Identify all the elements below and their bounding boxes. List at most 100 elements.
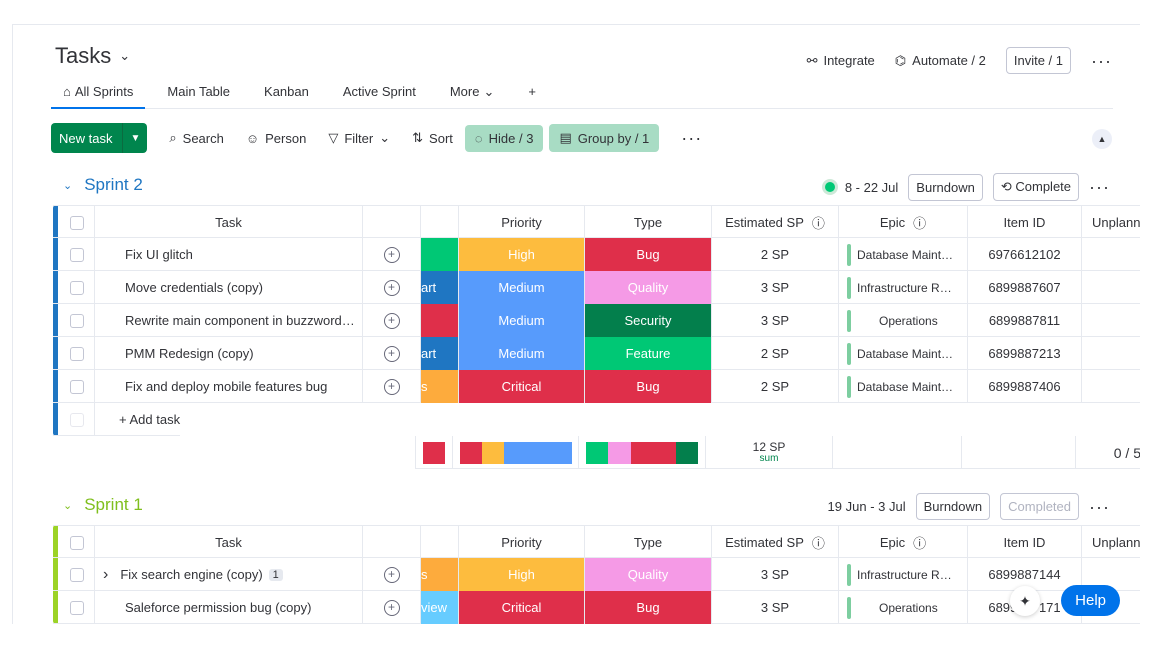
- column-header-unplanned[interactable]: Unplanne: [1082, 526, 1140, 559]
- epic-cell[interactable]: Infrastructure R…: [839, 271, 968, 304]
- chevron-down-icon[interactable]: ⌄: [119, 48, 130, 64]
- complete-button[interactable]: ⟲ Complete: [992, 173, 1080, 201]
- unplanned-cell[interactable]: [1082, 304, 1140, 337]
- type-cell[interactable]: Bug: [585, 370, 712, 403]
- burndown-button[interactable]: Burndown: [908, 173, 983, 201]
- priority-cell[interactable]: Medium: [459, 337, 585, 370]
- epic-link[interactable]: Database Maint…: [839, 243, 967, 266]
- add-update-icon[interactable]: +: [383, 246, 400, 263]
- table-row[interactable]: Fix UI glitch + High Bug 2 SP Database Maint……: [53, 238, 1140, 271]
- select-all-checkbox[interactable]: [59, 526, 95, 559]
- hide-button[interactable]: ◌ Hide / 3: [464, 124, 544, 152]
- row-checkbox-cell[interactable]: [59, 370, 95, 403]
- add-update-icon[interactable]: +: [383, 599, 400, 616]
- type-cell[interactable]: Quality: [585, 271, 712, 304]
- task-cell[interactable]: Move credentials (copy): [95, 271, 363, 304]
- column-header-updates[interactable]: [363, 526, 421, 559]
- column-header-estimated-sp[interactable]: Estimated SP ⓘ: [712, 206, 839, 239]
- priority-cell[interactable]: High: [459, 558, 585, 591]
- unplanned-cell[interactable]: [1082, 238, 1140, 271]
- more-options-icon[interactable]: ···: [1089, 178, 1110, 196]
- info-icon[interactable]: ⓘ: [812, 213, 825, 232]
- search-button[interactable]: ⌕ Search: [169, 130, 223, 146]
- table-row[interactable]: Saleforce permission bug (copy) + view Crit…: [53, 591, 1140, 624]
- column-header-task[interactable]: Task: [95, 206, 363, 239]
- updates-cell[interactable]: +: [363, 238, 421, 271]
- column-header-type[interactable]: Type: [585, 206, 712, 239]
- integrate-button[interactable]: ⚯ Integrate: [807, 53, 875, 69]
- estimated-sp-cell[interactable]: 3 SP: [712, 304, 839, 337]
- priority-cell[interactable]: Critical: [459, 370, 585, 403]
- column-header-type[interactable]: Type: [585, 526, 712, 559]
- column-header-priority[interactable]: Priority: [459, 206, 585, 239]
- task-cell[interactable]: Saleforce permission bug (copy): [95, 591, 363, 624]
- type-cell[interactable]: Bug: [585, 591, 712, 624]
- epic-cell[interactable]: Database Maint…: [839, 238, 968, 271]
- epic-link[interactable]: Database Maint…: [839, 342, 967, 365]
- column-header-status[interactable]: [421, 526, 459, 559]
- task-cell[interactable]: PMM Redesign (copy): [95, 337, 363, 370]
- priority-cell[interactable]: Medium: [459, 304, 585, 337]
- chevron-down-icon[interactable]: ⌄: [63, 179, 72, 192]
- checkbox[interactable]: [69, 600, 84, 615]
- tab-kanban[interactable]: Kanban: [252, 83, 321, 109]
- add-task-row[interactable]: + Add task: [53, 403, 181, 436]
- table-row[interactable]: Fix and deploy mobile features bug + s Crit…: [53, 370, 1140, 403]
- epic-cell[interactable]: Database Maint…: [839, 370, 968, 403]
- updates-cell[interactable]: +: [363, 271, 421, 304]
- checkbox[interactable]: [69, 280, 84, 295]
- row-checkbox-cell[interactable]: [59, 558, 95, 591]
- checkbox[interactable]: [69, 379, 84, 394]
- updates-cell[interactable]: +: [363, 558, 421, 591]
- task-cell[interactable]: Rewrite main component in buzzword…: [95, 304, 363, 337]
- board-title[interactable]: Tasks ⌄: [55, 43, 130, 69]
- updates-cell[interactable]: +: [363, 304, 421, 337]
- task-cell[interactable]: › Fix search engine (copy) 1: [95, 558, 363, 591]
- status-cell[interactable]: s: [421, 370, 459, 403]
- row-checkbox-cell[interactable]: [59, 591, 95, 624]
- unplanned-cell[interactable]: [1082, 337, 1140, 370]
- help-button[interactable]: Help: [1061, 585, 1120, 616]
- type-cell[interactable]: Quality: [585, 558, 712, 591]
- priority-cell[interactable]: High: [459, 238, 585, 271]
- filter-button[interactable]: ▽ Filter ⌄: [328, 130, 390, 146]
- column-header-item-id[interactable]: Item ID: [968, 526, 1082, 559]
- estimated-sp-cell[interactable]: 2 SP: [712, 238, 839, 271]
- info-icon[interactable]: ⓘ: [913, 213, 926, 232]
- info-icon[interactable]: ⓘ: [913, 533, 926, 552]
- collapse-header-icon[interactable]: ▲: [1092, 129, 1112, 149]
- status-cell[interactable]: [421, 304, 459, 337]
- add-task-input[interactable]: + Add task: [95, 403, 180, 436]
- burndown-button[interactable]: Burndown: [915, 493, 991, 520]
- new-task-button[interactable]: New task ▼: [51, 123, 148, 153]
- epic-cell[interactable]: Infrastructure R…: [839, 558, 968, 591]
- priority-cell[interactable]: Medium: [459, 271, 585, 304]
- checkbox[interactable]: [69, 313, 84, 328]
- person-filter-button[interactable]: ☺ Person: [246, 131, 306, 146]
- unplanned-cell[interactable]: [1082, 271, 1140, 304]
- add-update-icon[interactable]: +: [383, 345, 400, 362]
- updates-cell[interactable]: +: [363, 337, 421, 370]
- tab-more[interactable]: More ⌄: [438, 83, 507, 109]
- row-checkbox-cell[interactable]: [59, 337, 95, 370]
- status-cell[interactable]: art: [421, 271, 459, 304]
- group-header-sprint2[interactable]: ⌄ Sprint 2: [63, 175, 143, 195]
- updates-cell[interactable]: +: [363, 370, 421, 403]
- estimated-sp-cell[interactable]: 3 SP: [712, 591, 839, 624]
- priority-cell[interactable]: Critical: [459, 591, 585, 624]
- column-header-priority[interactable]: Priority: [459, 526, 585, 559]
- row-checkbox-cell[interactable]: [59, 304, 95, 337]
- column-header-task[interactable]: Task: [95, 526, 363, 559]
- column-header-item-id[interactable]: Item ID: [968, 206, 1082, 239]
- more-options-icon[interactable]: ···: [1089, 498, 1110, 516]
- estimated-sp-cell[interactable]: 2 SP: [712, 370, 839, 403]
- column-header-epic[interactable]: Epic ⓘ: [839, 526, 968, 559]
- invite-button[interactable]: Invite / 1: [1005, 47, 1072, 74]
- epic-link[interactable]: Infrastructure R…: [839, 276, 967, 299]
- epic-link[interactable]: Infrastructure R…: [839, 563, 967, 586]
- epic-link[interactable]: Operations: [839, 596, 967, 619]
- table-row[interactable]: Move credentials (copy) + art Medium Quality…: [53, 271, 1140, 304]
- chevron-down-icon[interactable]: ▼: [122, 123, 147, 153]
- ai-sparkle-icon[interactable]: ✦: [1010, 586, 1040, 616]
- tab-main-table[interactable]: Main Table: [155, 83, 242, 109]
